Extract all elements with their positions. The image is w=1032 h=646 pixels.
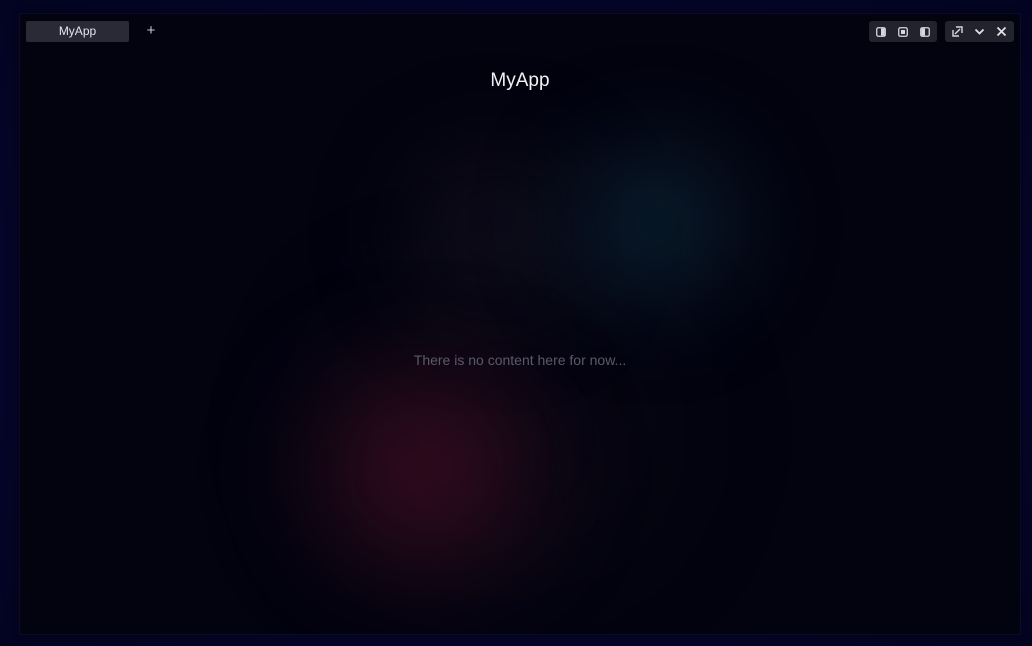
restore-button[interactable] (946, 21, 968, 42)
tab-myapp[interactable]: MyApp (26, 21, 129, 42)
background-glow-dark (220, 254, 780, 614)
restore-icon (951, 26, 963, 37)
app-window: MyApp + MyApp There is no content here f… (20, 14, 1020, 634)
minimize-button[interactable] (968, 21, 990, 42)
background-glow-red (260, 344, 590, 594)
desktop-background: MyApp + MyApp There is no content here f… (0, 0, 1032, 646)
minimize-icon (974, 28, 984, 35)
split-right-icon (920, 26, 930, 37)
layout-controls (869, 21, 937, 42)
split-right-button[interactable] (914, 21, 936, 42)
split-center-icon (898, 26, 908, 37)
split-left-button[interactable] (870, 21, 892, 42)
close-icon (996, 26, 1006, 37)
page-title: MyApp (490, 70, 550, 91)
background-glow-grey (380, 134, 610, 334)
window-controls (945, 21, 1014, 42)
close-button[interactable] (990, 21, 1012, 42)
tab-bar: MyApp + (20, 14, 1020, 50)
new-tab-button[interactable]: + (142, 21, 160, 42)
split-left-icon (876, 26, 886, 37)
empty-state-message: There is no content here for now... (413, 352, 627, 368)
background-glow-teal (540, 124, 770, 324)
split-center-button[interactable] (892, 21, 914, 42)
